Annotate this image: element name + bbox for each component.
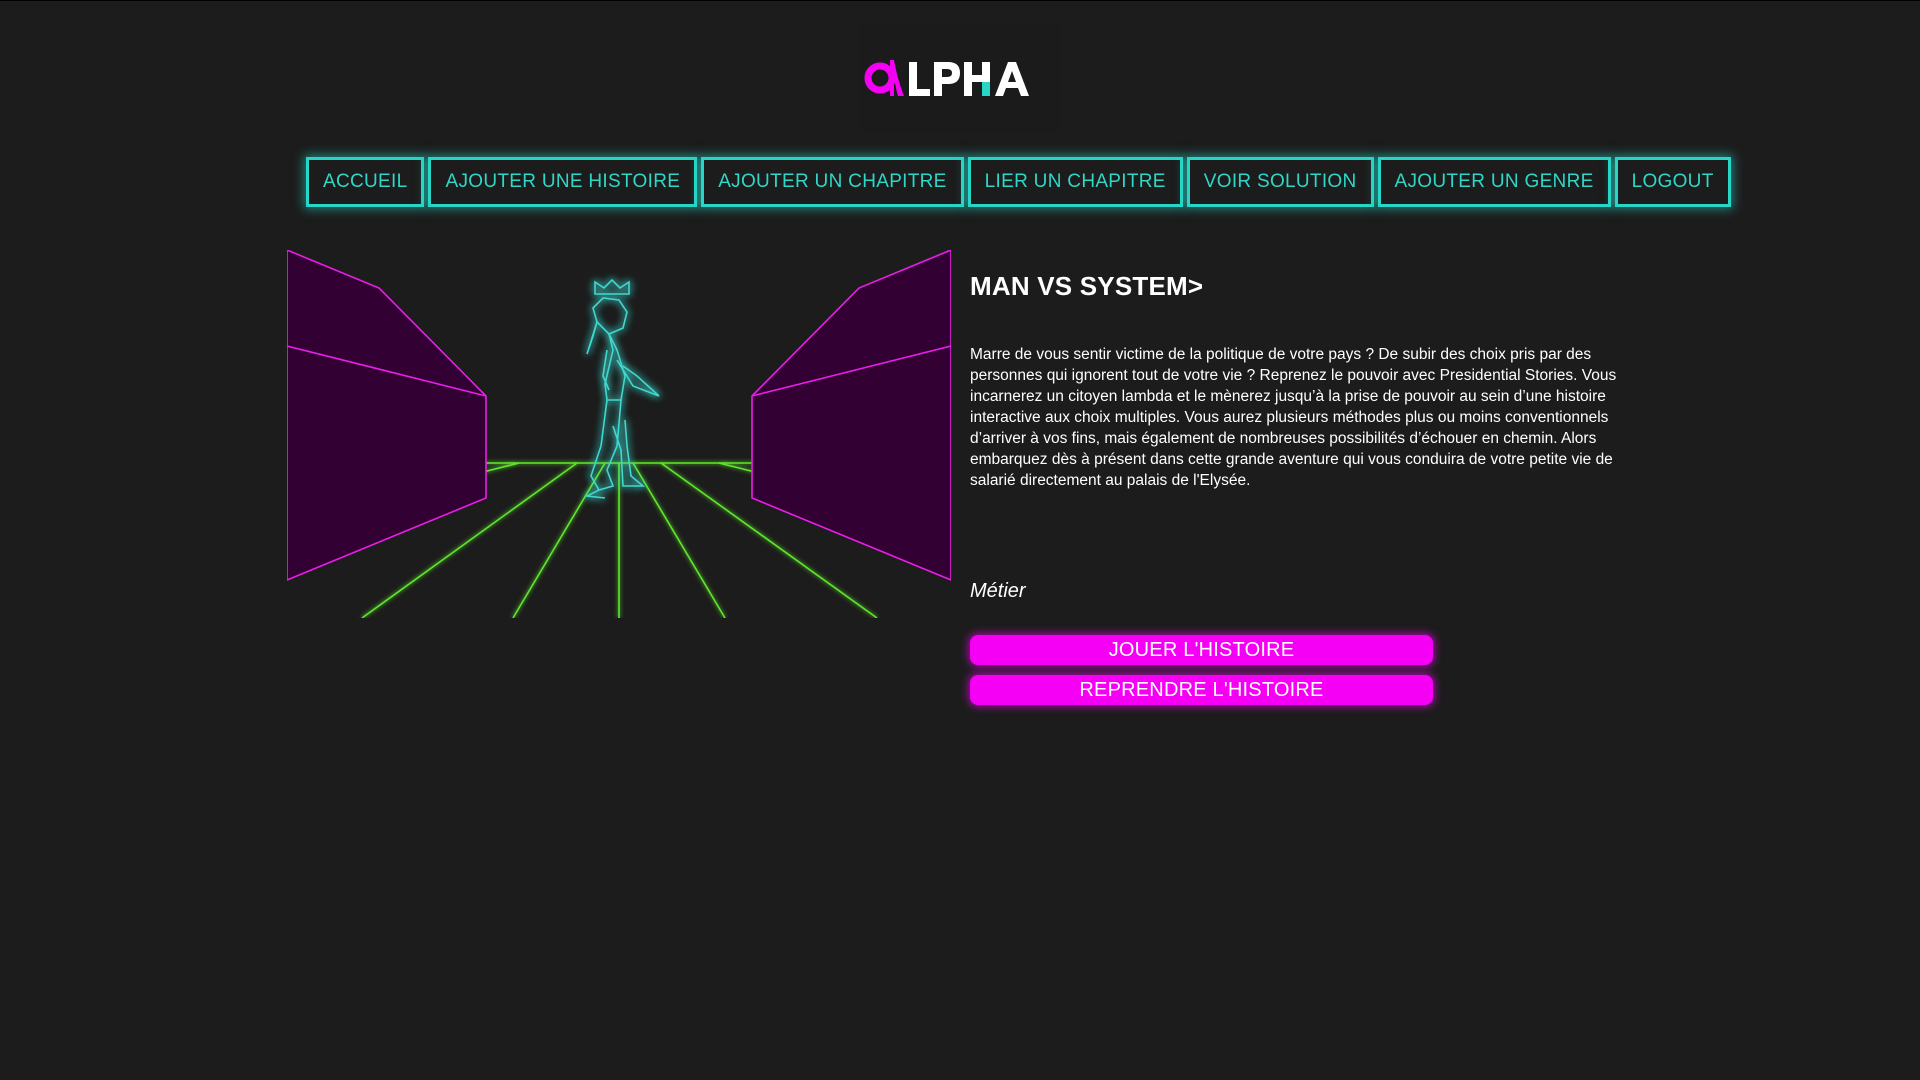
crown-icon xyxy=(594,278,630,295)
nav-logout[interactable]: LOGOUT xyxy=(1614,157,1731,207)
play-story-button[interactable]: JOUER L'HISTOIRE xyxy=(970,635,1433,665)
nav-accueil[interactable]: ACCUEIL xyxy=(306,157,425,207)
top-border xyxy=(0,0,1920,1)
main-nav: ACCUEIL AJOUTER UNE HISTOIRE AJOUTER UN … xyxy=(306,157,1731,207)
story-illustration xyxy=(287,250,951,618)
nav-ajouter-un-chapitre[interactable]: AJOUTER UN CHAPITRE xyxy=(701,157,964,207)
alpha-logo[interactable] xyxy=(864,52,1064,102)
nav-lier-un-chapitre[interactable]: LIER UN CHAPITRE xyxy=(967,157,1183,207)
nav-voir-solution[interactable]: VOIR SOLUTION xyxy=(1186,157,1374,207)
page: ACCUEIL AJOUTER UNE HISTOIRE AJOUTER UN … xyxy=(0,0,1920,1080)
story-description: Marre de vous sentir victime de la polit… xyxy=(970,346,1617,489)
nav-ajouter-un-genre[interactable]: AJOUTER UN GENRE xyxy=(1377,157,1611,207)
nav-ajouter-une-histoire[interactable]: AJOUTER UNE HISTOIRE xyxy=(428,157,698,207)
right-wall xyxy=(751,250,951,581)
left-wall xyxy=(287,250,487,581)
neon-figure xyxy=(584,278,660,499)
story-details: MAN VS SYSTEM> Marre de vous sentir vict… xyxy=(970,250,1630,491)
story-genre: Métier xyxy=(970,580,1026,602)
story-title: MAN VS SYSTEM> xyxy=(970,271,1204,301)
resume-story-button[interactable]: REPRENDRE L'HISTOIRE xyxy=(970,675,1433,705)
